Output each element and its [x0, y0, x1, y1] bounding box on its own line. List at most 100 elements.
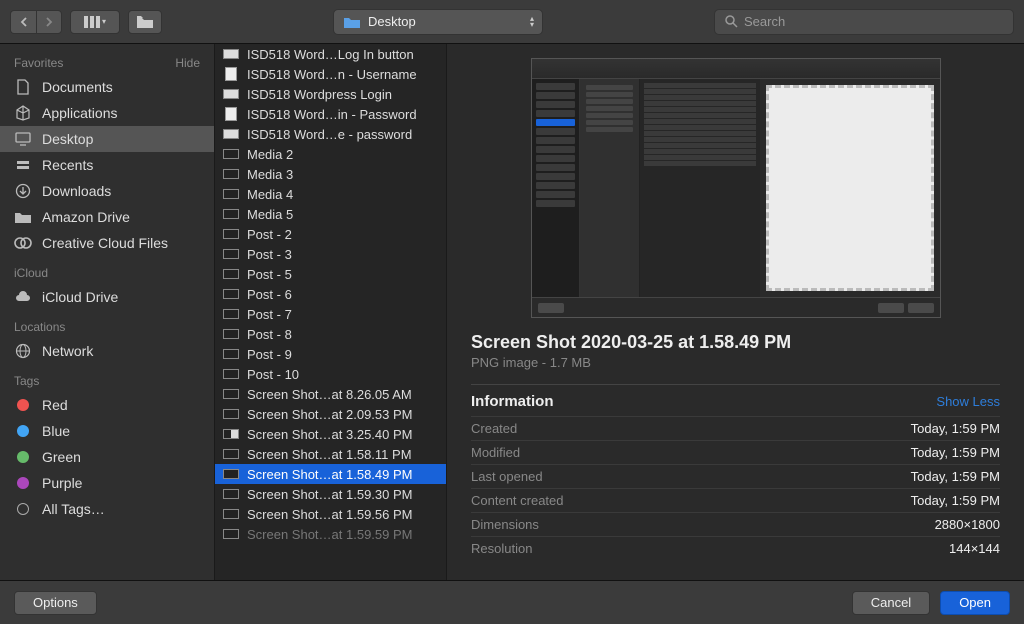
columns-icon — [84, 16, 100, 28]
icloud-label: iCloud — [14, 266, 48, 280]
screenshot-icon — [223, 327, 239, 341]
sidebar-item-label: Amazon Drive — [42, 209, 130, 225]
screenshot-icon — [223, 87, 239, 101]
nav-group — [10, 10, 62, 34]
tag-dot-icon — [14, 449, 32, 465]
file-row[interactable]: Media 3 — [215, 164, 446, 184]
screenshot-icon — [223, 247, 239, 261]
file-name: ISD518 Word…in - Password — [247, 107, 417, 122]
sidebar-item-creative-cloud-files[interactable]: Creative Cloud Files — [0, 230, 214, 256]
info-label: Modified — [471, 445, 520, 460]
all-tags-icon — [14, 501, 32, 517]
sidebar-item-label: Green — [42, 449, 81, 465]
sidebar-item-documents[interactable]: Documents — [0, 74, 214, 100]
sidebar-item-recents[interactable]: Recents — [0, 152, 214, 178]
screenshot-icon — [223, 287, 239, 301]
sidebar-item-downloads[interactable]: Downloads — [0, 178, 214, 204]
screenshot-icon — [223, 507, 239, 521]
open-button[interactable]: Open — [940, 591, 1010, 615]
path-label: Desktop — [368, 14, 416, 29]
screenshot-icon — [223, 167, 239, 181]
file-name: Screen Shot…at 8.26.05 AM — [247, 387, 412, 402]
file-row[interactable]: ISD518 Wordpress Login — [215, 84, 446, 104]
file-row[interactable]: Media 5 — [215, 204, 446, 224]
file-row[interactable]: Media 4 — [215, 184, 446, 204]
file-row[interactable]: Screen Shot…at 1.59.59 PM — [215, 524, 446, 544]
screenshot-icon — [223, 307, 239, 321]
file-row[interactable]: Screen Shot…at 1.59.56 PM — [215, 504, 446, 524]
apps-icon — [14, 105, 32, 121]
sidebar-item-label: Red — [42, 397, 68, 413]
file-row[interactable]: ISD518 Word…in - Password — [215, 104, 446, 124]
back-button[interactable] — [10, 10, 36, 34]
info-header: Information Show Less — [471, 384, 1000, 416]
sidebar-item-icloud-drive[interactable]: iCloud Drive — [0, 284, 214, 310]
cloud-icon — [14, 289, 32, 305]
sidebar-item-green[interactable]: Green — [0, 444, 214, 470]
file-row[interactable]: ISD518 Word…Log In button — [215, 44, 446, 64]
group-button[interactable] — [128, 10, 162, 34]
file-row[interactable]: ISD518 Word…n - Username — [215, 64, 446, 84]
locations-label: Locations — [14, 320, 65, 334]
file-row[interactable]: Screen Shot…at 8.26.05 AM — [215, 384, 446, 404]
file-name: Post - 5 — [247, 267, 292, 282]
file-row[interactable]: Post - 7 — [215, 304, 446, 324]
sidebar-item-label: Desktop — [42, 131, 93, 147]
folder-icon — [137, 16, 153, 28]
sidebar-item-red[interactable]: Red — [0, 392, 214, 418]
sidebar-tags-header: Tags — [0, 370, 214, 392]
file-row[interactable]: Screen Shot…at 1.59.30 PM — [215, 484, 446, 504]
screenshot-icon — [223, 227, 239, 241]
info-label: Resolution — [471, 541, 532, 556]
file-row[interactable]: Post - 5 — [215, 264, 446, 284]
sidebar-item-blue[interactable]: Blue — [0, 418, 214, 444]
sidebar-item-desktop[interactable]: Desktop — [0, 126, 214, 152]
file-row[interactable]: Post - 9 — [215, 344, 446, 364]
sidebar: Favorites Hide DocumentsApplications Desk… — [0, 44, 215, 580]
file-list[interactable]: ISD518 Word…Log In button ISD518 Word…n -… — [215, 44, 447, 580]
recents-icon — [14, 157, 32, 173]
sidebar-item-applications[interactable]: Applications — [0, 100, 214, 126]
cancel-button[interactable]: Cancel — [852, 591, 930, 615]
info-row: CreatedToday, 1:59 PM — [471, 416, 1000, 440]
file-row[interactable]: ISD518 Word…e - password — [215, 124, 446, 144]
show-less-button[interactable]: Show Less — [936, 394, 1000, 409]
file-row[interactable]: Post - 8 — [215, 324, 446, 344]
file-name: ISD518 Word…n - Username — [247, 67, 417, 82]
screenshot-icon — [223, 367, 239, 381]
file-row[interactable]: Post - 10 — [215, 364, 446, 384]
sidebar-favorites-header: Favorites Hide — [0, 52, 214, 74]
info-label: Last opened — [471, 469, 543, 484]
cc-icon — [14, 235, 32, 251]
favorites-label: Favorites — [14, 56, 63, 70]
options-button[interactable]: Options — [14, 591, 97, 615]
file-row[interactable]: Screen Shot…at 1.58.49 PM — [215, 464, 446, 484]
info-heading: Information — [471, 393, 554, 410]
sidebar-item-label: Blue — [42, 423, 70, 439]
sidebar-icloud-header: iCloud — [0, 262, 214, 284]
file-row[interactable]: Screen Shot…at 2.09.53 PM — [215, 404, 446, 424]
screenshot-icon — [223, 447, 239, 461]
sidebar-item-amazon-drive[interactable]: Amazon Drive — [0, 204, 214, 230]
view-mode-button[interactable]: ▾ — [70, 10, 120, 34]
hide-button[interactable]: Hide — [175, 56, 200, 70]
info-value: Today, 1:59 PM — [911, 493, 1000, 508]
path-popup[interactable]: Desktop — [333, 9, 543, 35]
screenshot-icon — [223, 127, 239, 141]
search-field[interactable]: Search — [714, 9, 1014, 35]
sidebar-item-label: iCloud Drive — [42, 289, 118, 305]
file-name: Post - 8 — [247, 327, 292, 342]
forward-button[interactable] — [36, 10, 62, 34]
sidebar-item-all-tags-[interactable]: All Tags… — [0, 496, 214, 522]
file-row[interactable]: Screen Shot…at 3.25.40 PM — [215, 424, 446, 444]
file-row[interactable]: Post - 6 — [215, 284, 446, 304]
desktop-folder-icon — [344, 16, 360, 28]
file-row[interactable]: Post - 3 — [215, 244, 446, 264]
sidebar-item-purple[interactable]: Purple — [0, 470, 214, 496]
file-name: ISD518 Word…e - password — [247, 127, 412, 142]
file-name: Screen Shot…at 1.58.11 PM — [247, 447, 412, 462]
file-row[interactable]: Screen Shot…at 1.58.11 PM — [215, 444, 446, 464]
file-row[interactable]: Media 2 — [215, 144, 446, 164]
sidebar-item-network[interactable]: Network — [0, 338, 214, 364]
file-row[interactable]: Post - 2 — [215, 224, 446, 244]
